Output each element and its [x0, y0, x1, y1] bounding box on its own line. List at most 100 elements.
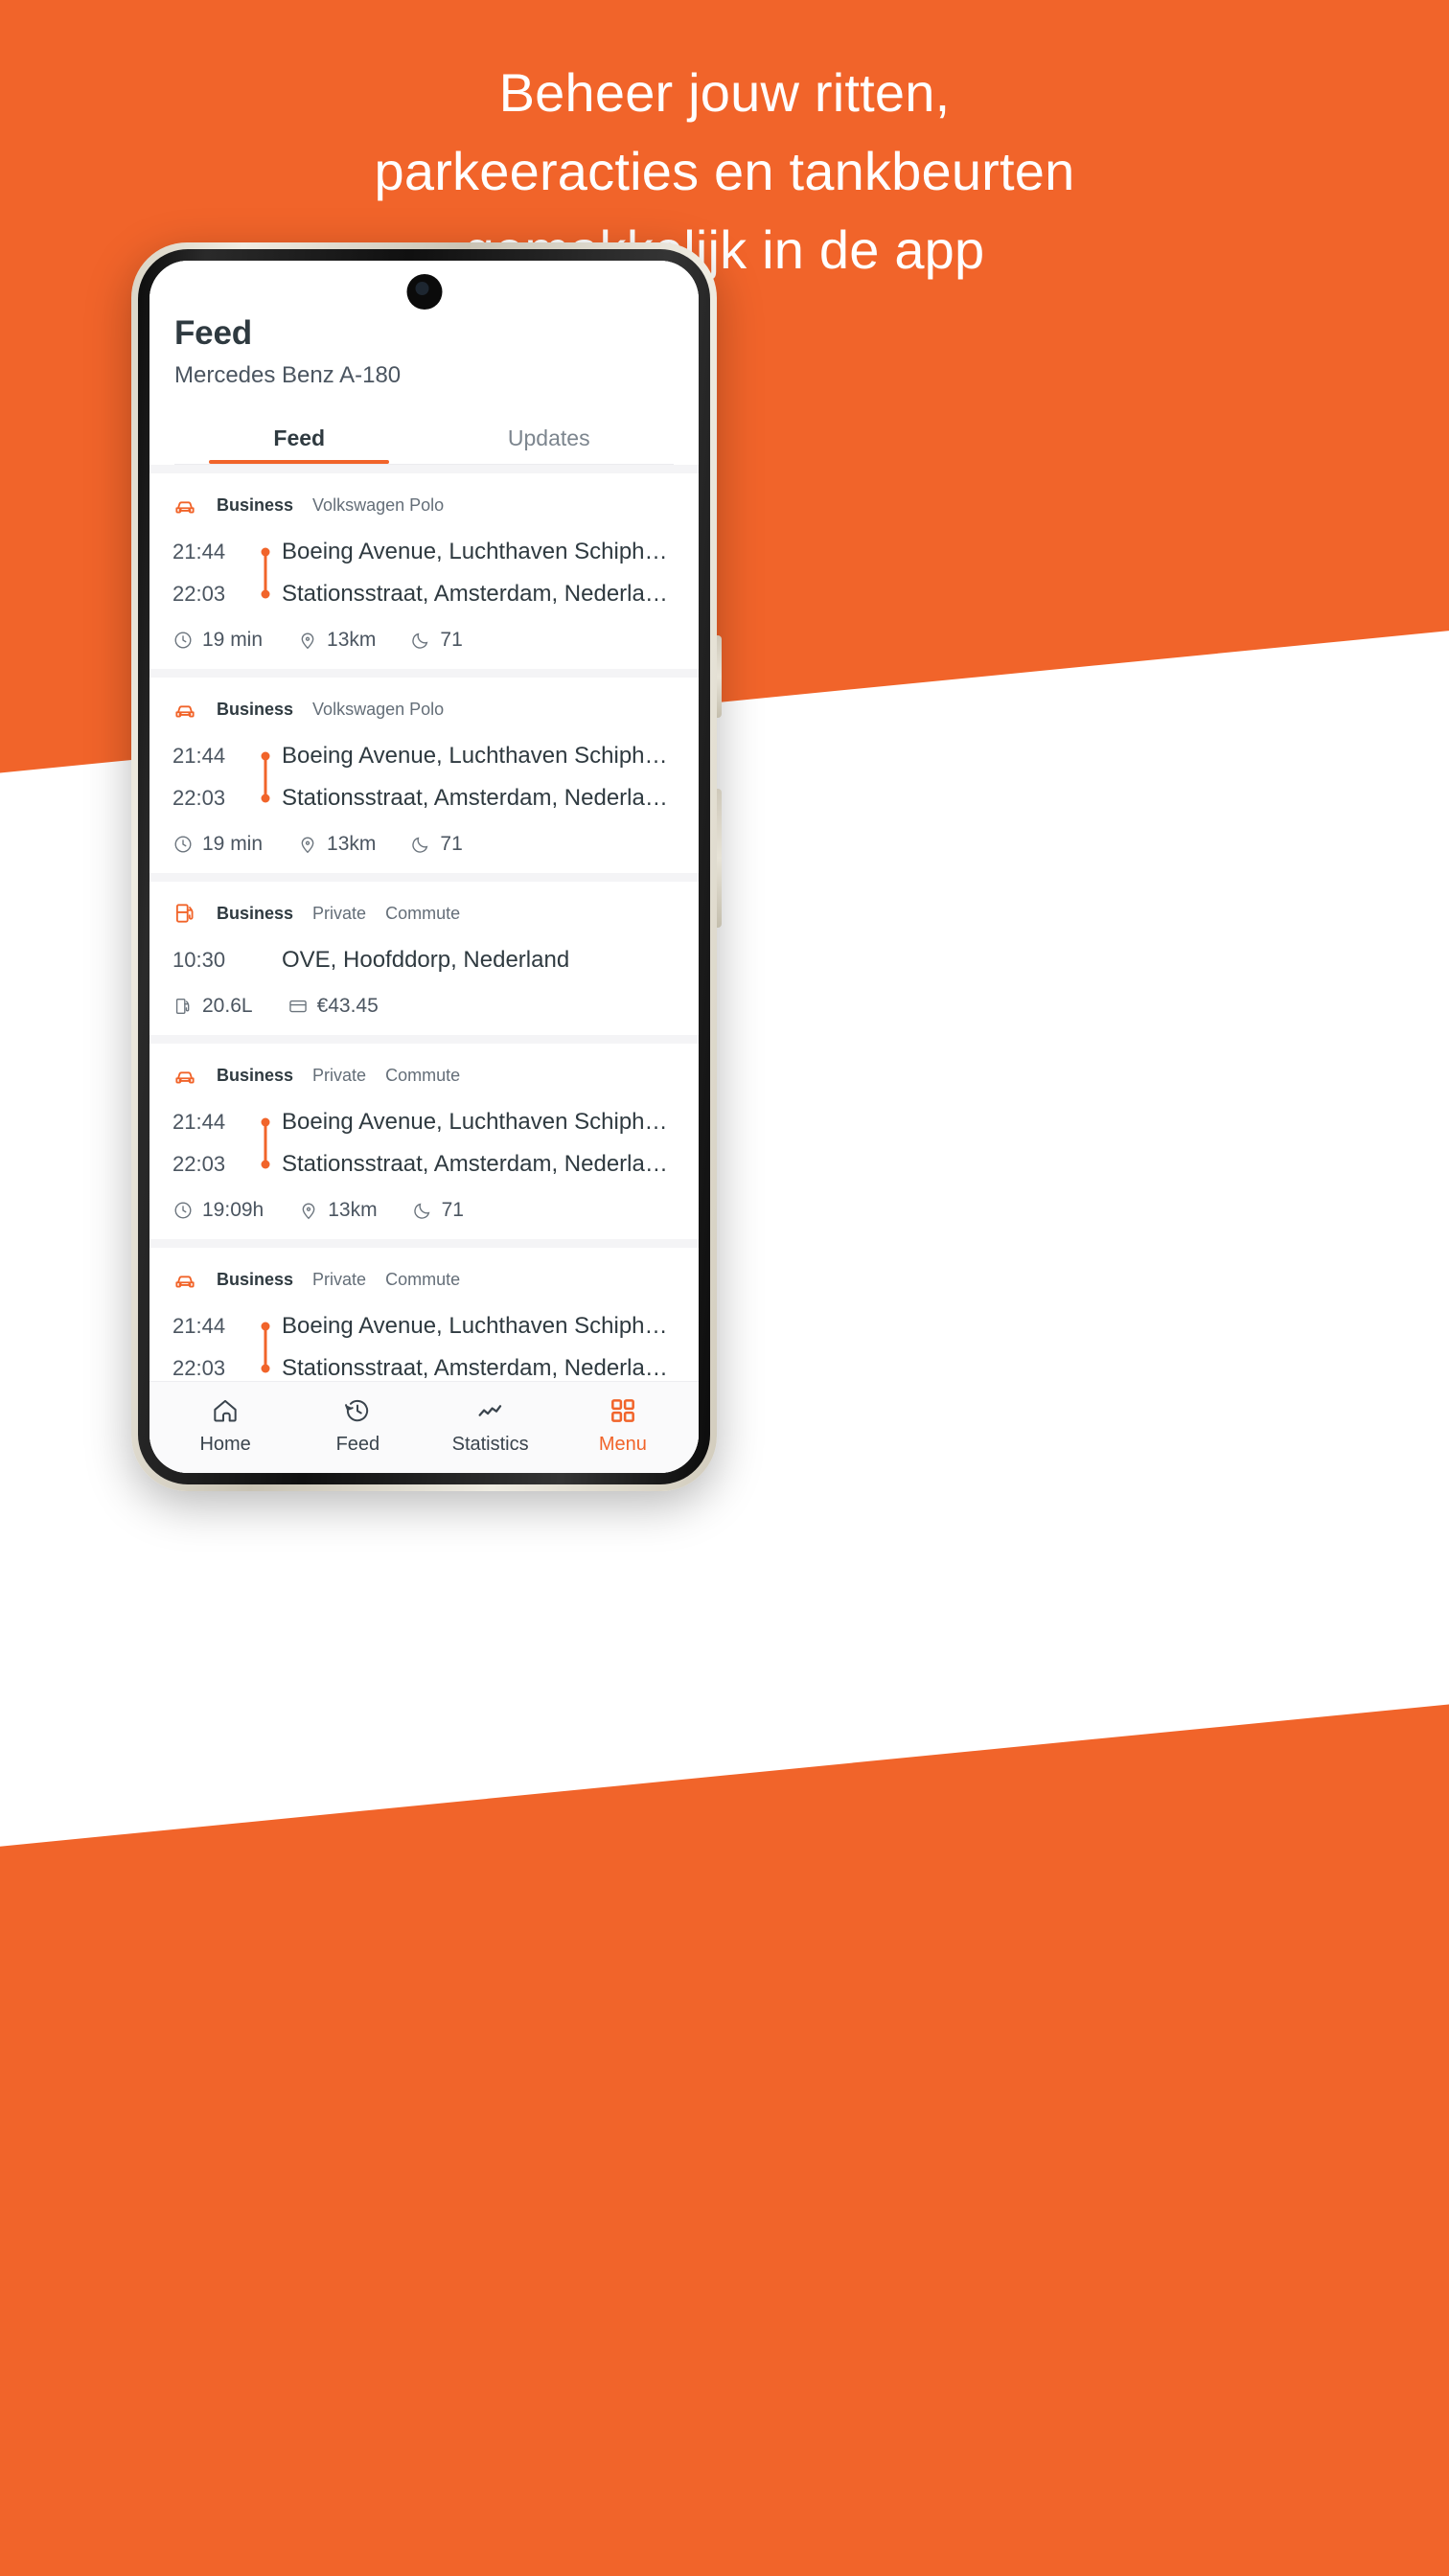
tab-updates[interactable]: Updates [425, 416, 675, 464]
moon-icon [412, 632, 428, 649]
car-icon [175, 1071, 195, 1084]
trip-start-row: 21:44 Boeing Avenue, Luchthaven Schiph… [172, 1305, 676, 1368]
stat-amount: €43.45 [288, 995, 379, 1018]
phone-screen: Feed Mercedes Benz A-180 Feed Updates Bu… [150, 261, 699, 1473]
nav-item-home[interactable]: Home [159, 1395, 291, 1456]
trip-start-row: 21:44 Boeing Avenue, Luchthaven Schiph… [172, 531, 676, 594]
stat-score: 71 [410, 833, 463, 856]
tab-feed[interactable]: Feed [174, 416, 425, 464]
feed-card-trip[interactable]: Business Private Commute 21:44 Boeing Av… [150, 1044, 699, 1239]
fuel-address: OVE, Hoofddorp, Nederland [282, 947, 570, 973]
trip-end-row: 22:03 Stationsstraat, Amsterdam, Nederla… [172, 777, 676, 819]
trip-start-time: 21:44 [172, 744, 226, 768]
trip-start-time: 21:44 [172, 1314, 226, 1338]
route-track-top [249, 531, 282, 594]
card-stats: 19 min 13km 71 [172, 629, 676, 652]
trip-end-row: 22:03 Stationsstraat, Amsterdam, Nederla… [172, 1347, 676, 1381]
feed-card-trip[interactable]: Business Private Commute 21:44 Boeing Av… [150, 1248, 699, 1381]
trip-end-time: 22:03 [172, 1152, 226, 1176]
trip-start-address: Boeing Avenue, Luchthaven Schiph… [282, 539, 668, 564]
stat-value: 71 [440, 629, 463, 651]
stat-distance: 13km [298, 1199, 378, 1222]
stat-duration: 19 min [172, 629, 263, 652]
card-stats: 20.6L €43.45 [172, 995, 676, 1018]
moon-icon [413, 1203, 429, 1219]
card-tags: Business Private Commute [172, 1063, 676, 1088]
front-camera-icon [406, 274, 442, 310]
tag-label: Private [312, 1269, 367, 1289]
grid-icon [610, 1399, 634, 1422]
trip-end-time: 22:03 [172, 1356, 226, 1380]
trip-end-time: 22:03 [172, 786, 226, 810]
tag-label: Business [217, 494, 294, 515]
stat-distance: 13km [297, 833, 376, 856]
nav-label: Menu [598, 1434, 647, 1455]
trip-rows: 21:44 Boeing Avenue, Luchthaven Schiph… … [172, 1305, 676, 1381]
trip-start-row: 21:44 Boeing Avenue, Luchthaven Schiph… [172, 735, 676, 798]
headline-line-1: Beheer jouw ritten, [498, 62, 951, 123]
car-icon [175, 1276, 195, 1288]
nav-item-menu[interactable]: Menu [557, 1395, 689, 1456]
car-icon [175, 705, 195, 718]
fuel-icon [175, 904, 194, 923]
stat-score: 71 [410, 629, 463, 652]
tag-label: Business [217, 903, 294, 923]
tag-label: Commute [385, 1269, 461, 1289]
route-track-bottom [249, 1143, 282, 1185]
tab-bar: Feed Updates [174, 416, 674, 465]
feed-card-trip[interactable]: Business Volkswagen Polo 21:44 Boeing Av… [150, 678, 699, 873]
route-track-bottom [249, 1347, 282, 1381]
trip-end-row: 22:03 Stationsstraat, Amsterdam, Nederla… [172, 1143, 676, 1185]
feed-card-trip[interactable]: Business Volkswagen Polo 21:44 Boeing Av… [150, 473, 699, 669]
vehicle-subtitle: Mercedes Benz A-180 [174, 362, 402, 388]
stat-value: 19 min [202, 833, 264, 855]
stat-value: 19:09h [202, 1199, 264, 1221]
clock-icon [174, 836, 192, 853]
trip-end-address: Stationsstraat, Amsterdam, Nederla… [282, 1151, 668, 1177]
card-icon [288, 1000, 307, 1013]
feed-card-fuel[interactable]: Business Private Commute 10:30 OVE, Hoof… [150, 882, 699, 1035]
tag-label: Volkswagen Polo [312, 699, 445, 719]
car-icon [175, 501, 195, 514]
fuel-icon [175, 998, 190, 1015]
route-track-top [249, 1305, 282, 1368]
tag-label: Business [217, 1269, 294, 1289]
stat-score: 71 [412, 1199, 464, 1222]
app-root: Feed Mercedes Benz A-180 Feed Updates Bu… [150, 261, 699, 1473]
fuel-time: 10:30 [172, 948, 226, 972]
tag-label: Business [217, 699, 294, 719]
route-track-top [249, 1101, 282, 1164]
trip-end-row: 22:03 Stationsstraat, Amsterdam, Nederla… [172, 573, 676, 615]
stat-duration: 19:09h [172, 1199, 264, 1222]
nav-label: Statistics [451, 1434, 529, 1455]
stat-value: 13km [327, 833, 377, 855]
route-track-bottom [249, 777, 282, 819]
card-tags: Business Volkswagen Polo [172, 493, 676, 518]
stat-value: €43.45 [316, 995, 379, 1017]
trip-rows: 21:44 Boeing Avenue, Luchthaven Schiph… … [172, 1101, 676, 1185]
stat-value: 71 [440, 833, 463, 855]
trip-end-address: Stationsstraat, Amsterdam, Nederla… [282, 1355, 668, 1381]
stat-duration: 19 min [172, 833, 263, 856]
card-tags: Business Private Commute [172, 1267, 676, 1292]
fuel-location-row: 10:30 OVE, Hoofddorp, Nederland [172, 939, 676, 981]
trip-rows: 21:44 Boeing Avenue, Luchthaven Schiph… … [172, 735, 676, 819]
trip-start-time: 21:44 [172, 540, 226, 564]
trip-end-time: 22:03 [172, 582, 226, 606]
nav-item-statistics[interactable]: Statistics [425, 1395, 557, 1456]
nav-item-feed[interactable]: Feed [291, 1395, 424, 1456]
route-track-top [249, 735, 282, 798]
phone-volume-button [717, 635, 722, 718]
phone-power-button [717, 789, 722, 928]
phone-mockup: Feed Mercedes Benz A-180 Feed Updates Bu… [131, 242, 722, 1491]
trip-rows: 21:44 Boeing Avenue, Luchthaven Schiph… … [172, 531, 676, 615]
stat-value: 20.6L [202, 995, 253, 1017]
tag-label: Business [217, 1065, 294, 1085]
page-title: Feed [174, 314, 252, 352]
trip-start-time: 21:44 [172, 1110, 226, 1134]
feed-list[interactable]: Business Volkswagen Polo 21:44 Boeing Av… [150, 465, 699, 1381]
card-stats: 19 min 13km 71 [172, 833, 676, 856]
stat-distance: 13km [297, 629, 376, 652]
trip-end-address: Stationsstraat, Amsterdam, Nederla… [282, 785, 668, 811]
clock-icon [174, 632, 192, 649]
